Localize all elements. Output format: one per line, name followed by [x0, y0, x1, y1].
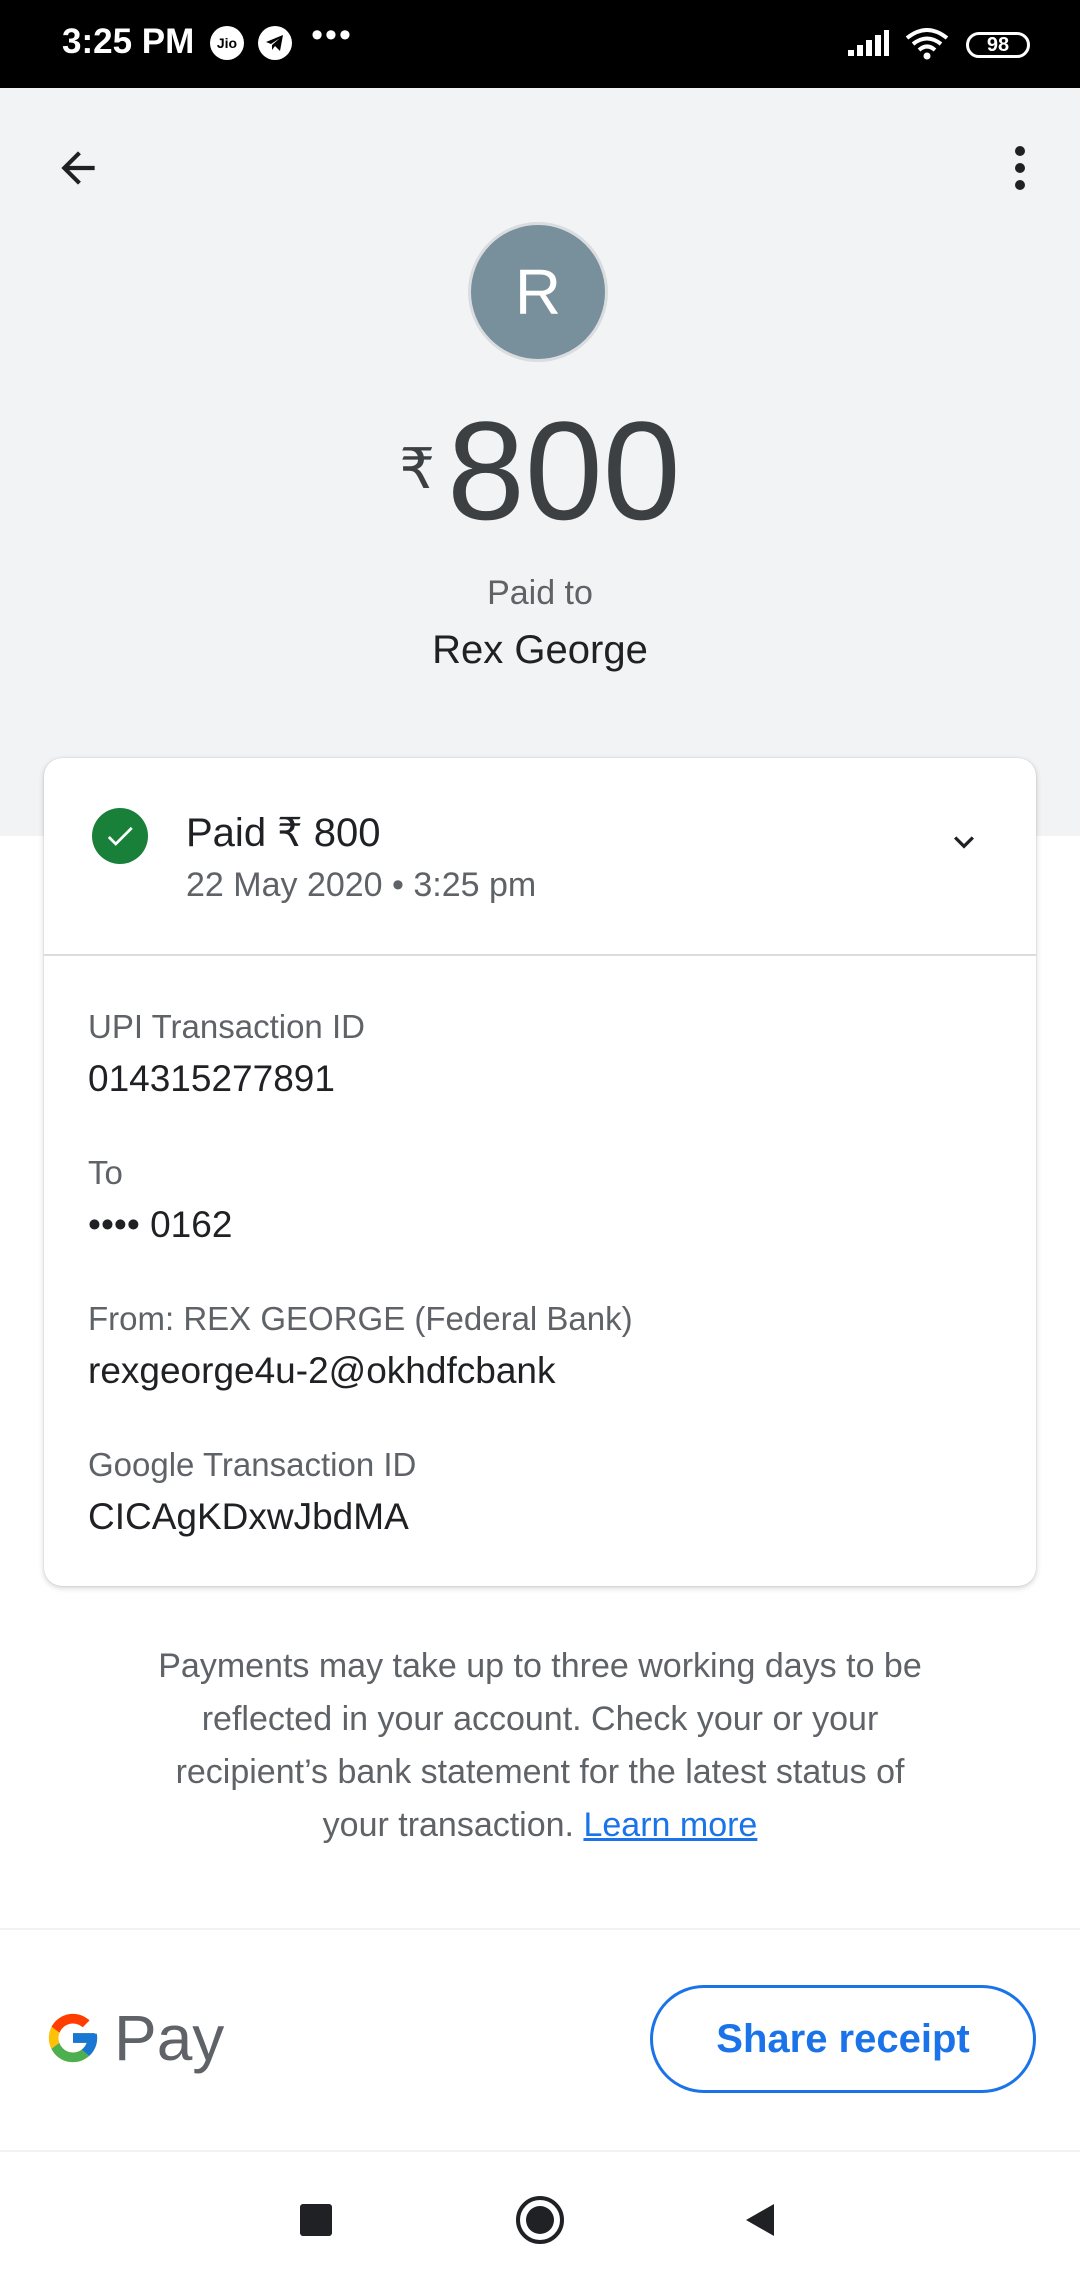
battery-icon: 98	[966, 32, 1030, 58]
nav-bar-divider	[0, 2150, 1080, 2152]
system-back-button[interactable]	[720, 2180, 800, 2260]
detail-value: •••• 0162	[88, 1204, 233, 1245]
home-button[interactable]	[500, 2180, 580, 2260]
recents-square-icon	[300, 2204, 332, 2236]
back-triangle-icon	[746, 2204, 774, 2236]
footer-divider	[0, 1928, 1080, 1930]
check-circle-icon	[92, 808, 148, 864]
more-notifications-icon: •••	[311, 15, 353, 54]
processing-notice: Payments may take up to three working da…	[150, 1640, 930, 1852]
card-divider	[44, 954, 1036, 956]
learn-more-link[interactable]: Learn more	[583, 1806, 757, 1844]
google-pay-logo: Pay	[44, 1998, 224, 2078]
more-vert-icon	[1015, 146, 1025, 190]
detail-label: From: REX GEORGE (Federal Bank)	[88, 1300, 633, 1337]
telegram-icon	[258, 26, 292, 60]
recents-button[interactable]	[276, 2180, 356, 2260]
transaction-status-title: Paid ₹ 800	[186, 811, 381, 855]
google-transaction-id-row: Google Transaction ID CICAgKDxwJbdMA	[88, 1446, 416, 1538]
paid-to-label: Paid to	[487, 574, 593, 612]
more-options-button[interactable]	[988, 130, 1052, 206]
amount-display: ₹ 800	[0, 396, 1080, 546]
google-g-icon	[48, 2013, 98, 2063]
detail-value: 014315277891	[88, 1058, 335, 1099]
share-receipt-button[interactable]: Share receipt	[650, 1985, 1036, 2093]
from-account-row: From: REX GEORGE (Federal Bank) rexgeorg…	[88, 1300, 633, 1392]
wifi-icon	[904, 26, 950, 60]
detail-value: CICAgKDxwJbdMA	[88, 1496, 409, 1537]
avatar: R	[468, 222, 608, 362]
to-account-row: To •••• 0162	[88, 1154, 232, 1246]
transaction-card: Paid ₹ 800 22 May 2020 • 3:25 pm UPI Tra…	[44, 758, 1036, 1586]
currency-symbol: ₹	[399, 437, 436, 500]
chevron-down-icon	[954, 836, 974, 849]
status-bar: 3:25 PM Jio ••• 98	[0, 0, 1080, 88]
amount-value: 800	[447, 392, 681, 549]
signal-icon	[846, 26, 890, 60]
arrow-back-icon	[61, 151, 95, 185]
notice-text: Payments may take up to three working da…	[158, 1647, 922, 1844]
detail-label: UPI Transaction ID	[88, 1008, 365, 1045]
detail-value: rexgeorge4u-2@okhdfcbank	[88, 1350, 556, 1391]
payee-name: Rex George	[432, 628, 648, 672]
pay-wordmark: Pay	[114, 2002, 225, 2074]
detail-label: Google Transaction ID	[88, 1446, 417, 1483]
upi-transaction-id-row: UPI Transaction ID 014315277891	[88, 1008, 365, 1100]
detail-label: To	[88, 1154, 123, 1191]
status-time: 3:25 PM	[62, 22, 195, 61]
transaction-datetime: 22 May 2020 • 3:25 pm	[186, 866, 537, 904]
expand-details-button[interactable]	[932, 810, 996, 874]
jio-icon: Jio	[210, 26, 244, 60]
home-circle-icon	[516, 2196, 564, 2244]
back-button[interactable]	[40, 130, 116, 206]
